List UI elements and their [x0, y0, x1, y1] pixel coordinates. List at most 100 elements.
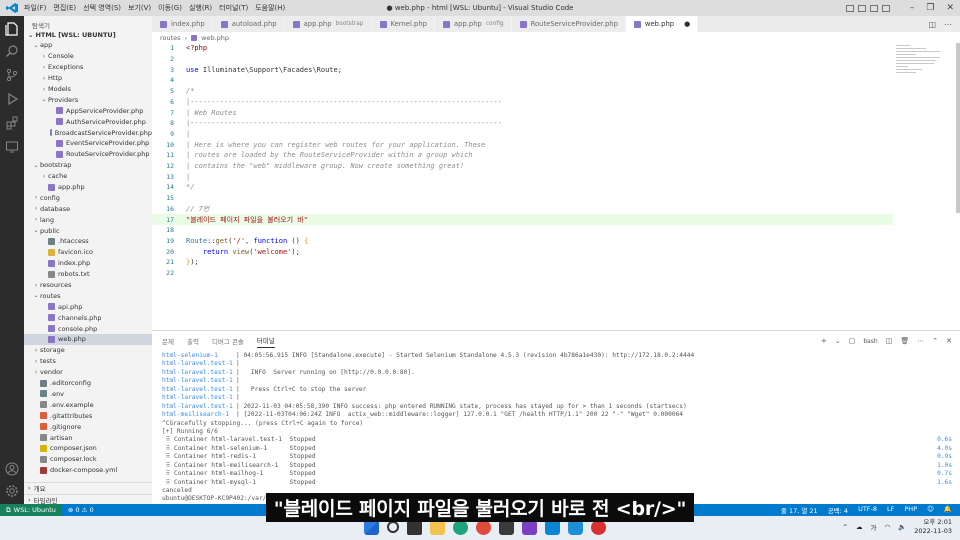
tree-item[interactable]: favicon.ico — [24, 247, 152, 258]
code-line[interactable]: 18 — [152, 225, 893, 236]
tab-terminal[interactable]: 터미널 — [256, 335, 275, 348]
tree-item[interactable]: › Http — [24, 73, 152, 84]
remote-indicator[interactable]: ⧉ WSL: Ubuntu — [0, 504, 62, 516]
problems-count[interactable]: ⊗ 0 ⚠ 0 — [68, 506, 94, 514]
code-line[interactable]: 11 | routes are loaded by the RouteServic… — [152, 150, 893, 161]
terminal-output[interactable]: html-selenium-1 | 04:05:56.915 INFO [Stan… — [162, 352, 952, 504]
code-line[interactable]: 19 Route::get('/', function () { — [152, 236, 893, 247]
search-icon[interactable] — [387, 521, 399, 533]
code-line[interactable]: 4 — [152, 75, 893, 86]
toggle-secondary-sidebar-icon[interactable] — [869, 4, 878, 12]
code-line[interactable]: 12 | contains the "web" middleware group.… — [152, 161, 893, 172]
code-line[interactable]: 1 <?php — [152, 43, 893, 54]
menu-go[interactable]: 이동(G) — [158, 3, 182, 13]
clock[interactable]: 오후 2:01 2022-11-03 — [914, 518, 952, 536]
remote-explorer-icon[interactable] — [5, 140, 19, 154]
tree-item[interactable]: index.php — [24, 258, 152, 269]
menu-terminal[interactable]: 터미널(T) — [219, 3, 248, 13]
tree-item[interactable]: AppServiceProvider.php — [24, 105, 152, 116]
tree-item[interactable]: ⌄ bootstrap — [24, 160, 152, 171]
file-explorer-icon[interactable] — [430, 520, 445, 535]
code-line[interactable]: 20 return view('welcome'); — [152, 246, 893, 257]
extensions-icon[interactable] — [5, 116, 19, 130]
tree-item[interactable]: ⌄ app — [24, 40, 152, 51]
terminal-name[interactable]: bash — [863, 338, 877, 345]
tab-file[interactable]: Kernel.php — [372, 16, 435, 32]
tab-file[interactable]: index.php — [152, 16, 213, 32]
workspace-header[interactable]: ⌄ HTML [WSL: UBUNTU] — [24, 30, 152, 40]
edge-icon[interactable] — [453, 520, 468, 535]
docker-icon[interactable] — [568, 520, 583, 535]
tree-item[interactable]: › Exceptions — [24, 62, 152, 73]
tree-item[interactable]: › cache — [24, 171, 152, 182]
trash-icon[interactable]: 🗑 — [900, 337, 909, 345]
search-icon[interactable] — [5, 44, 19, 58]
tree-item[interactable]: EventServiceProvider.php — [24, 138, 152, 149]
visual-studio-icon[interactable] — [522, 520, 537, 535]
tree-item[interactable]: robots.txt — [24, 269, 152, 280]
chevron-up-icon[interactable]: ⌃ — [843, 523, 848, 531]
toggle-sidebar-icon[interactable] — [845, 4, 854, 12]
code-line[interactable]: 9 | — [152, 129, 893, 140]
code-line[interactable]: 8 |--------------------------------------… — [152, 118, 893, 129]
tab-file[interactable]: autoload.php — [213, 16, 285, 32]
tree-item[interactable]: BroadcastServiceProvider.php — [24, 127, 152, 138]
wifi-icon[interactable]: ◠ — [884, 523, 890, 531]
code-line[interactable]: 16 // 7번 — [152, 204, 893, 215]
code-line[interactable]: 21}); — [152, 257, 893, 268]
ime-language[interactable]: 가 — [870, 522, 876, 532]
terminal-icon[interactable] — [499, 520, 514, 535]
code-line[interactable]: 7 | Web Routes — [152, 107, 893, 118]
close-icon[interactable]: ✕ — [946, 3, 954, 13]
tree-item[interactable]: › storage — [24, 345, 152, 356]
tree-item[interactable]: › config — [24, 192, 152, 203]
editor-scrollbar[interactable] — [956, 43, 960, 213]
bell-icon[interactable]: 🔔 — [944, 505, 952, 515]
tree-item[interactable]: › Console — [24, 51, 152, 62]
tree-item[interactable]: .htaccess — [24, 236, 152, 247]
chevron-down-icon[interactable]: ⌄ — [835, 337, 841, 345]
menu-help[interactable]: 도움말(H) — [255, 3, 285, 13]
tree-item[interactable]: › Models — [24, 84, 152, 95]
language-mode[interactable]: PHP — [904, 505, 917, 515]
toggle-panel-icon[interactable] — [857, 4, 866, 12]
menu-edit[interactable]: 편집(E) — [53, 3, 76, 13]
tree-item[interactable]: › tests — [24, 356, 152, 367]
tab-file[interactable]: RouteServiceProvider.php — [512, 16, 626, 32]
volume-icon[interactable]: 🔈 — [898, 523, 906, 531]
encoding[interactable]: UTF-8 — [858, 505, 877, 515]
end-of-line[interactable]: LF — [887, 505, 894, 515]
minimize-icon[interactable]: – — [910, 3, 915, 13]
tree-item[interactable]: .editorconfig — [24, 378, 152, 389]
tab-file[interactable]: web.php ● — [625, 16, 699, 32]
breadcrumb-folder[interactable]: routes — [160, 34, 181, 42]
code-line[interactable]: 14 */ — [152, 182, 893, 193]
unsaved-dot-icon[interactable]: ● — [684, 20, 690, 28]
tree-item[interactable]: docker-compose.yml — [24, 465, 152, 476]
more-actions-icon[interactable]: ⋯ — [917, 337, 924, 345]
app-icon[interactable] — [591, 520, 606, 535]
code-line[interactable]: 6 |--------------------------------------… — [152, 97, 893, 108]
split-editor-icon[interactable]: ◫ — [928, 20, 936, 29]
code-line[interactable]: 10 | Here is where you can register web r… — [152, 139, 893, 150]
tree-item[interactable]: ⌄ public — [24, 225, 152, 236]
vscode-icon[interactable] — [545, 520, 560, 535]
tree-item[interactable]: composer.lock — [24, 454, 152, 465]
chrome-icon[interactable] — [476, 520, 491, 535]
minimap[interactable] — [896, 43, 952, 123]
new-terminal-plus-icon[interactable]: + — [821, 337, 827, 345]
tree-item[interactable]: composer.json — [24, 443, 152, 454]
tree-item[interactable]: artisan — [24, 432, 152, 443]
account-icon[interactable] — [5, 462, 19, 476]
menu-run[interactable]: 실행(R) — [189, 3, 212, 13]
indentation[interactable]: 공백: 4 — [828, 505, 848, 515]
code-line[interactable]: 3 use Illuminate\Support\Facades\Route; — [152, 64, 893, 75]
tree-item[interactable]: app.php — [24, 182, 152, 193]
close-panel-icon[interactable]: ✕ — [946, 337, 952, 345]
tree-item[interactable]: .gitattributes — [24, 410, 152, 421]
tree-item[interactable]: ⌄ Providers — [24, 94, 152, 105]
menu-selection[interactable]: 선택 영역(S) — [83, 3, 121, 13]
split-terminal-icon[interactable]: ◫ — [886, 337, 893, 345]
cursor-position[interactable]: 줄 17, 열 21 — [781, 505, 818, 515]
tree-item[interactable]: › vendor — [24, 367, 152, 378]
